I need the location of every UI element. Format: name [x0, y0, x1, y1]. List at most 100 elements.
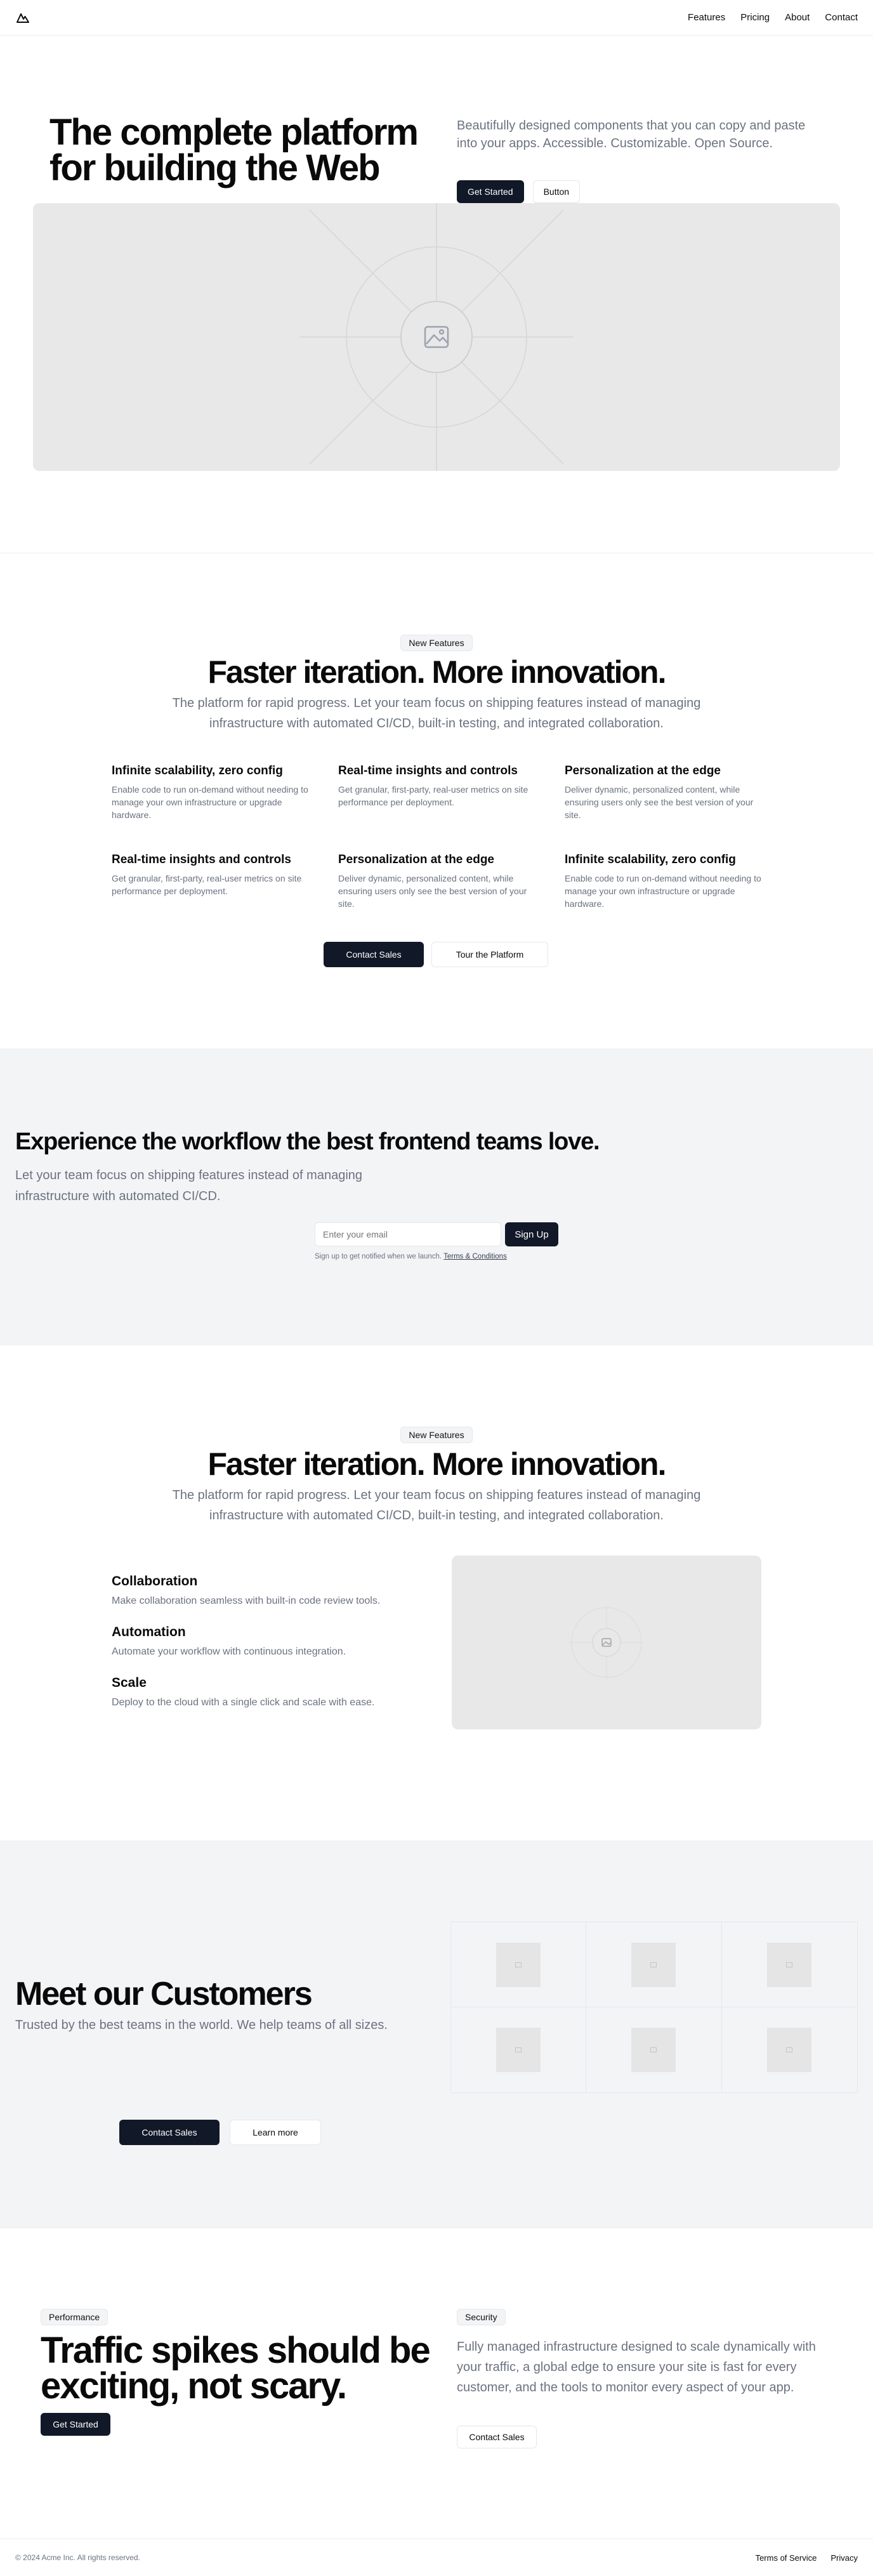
- customer-logo-grid: [450, 1922, 858, 2093]
- performance-section: Performance Traffic spikes should be exc…: [0, 2228, 873, 2539]
- features-description: The platform for rapid progress. Let you…: [172, 1488, 701, 1522]
- features-section: New Features Faster iteration. More inno…: [0, 553, 873, 1048]
- feature-text: Get granular, first-party, real-user met…: [112, 873, 302, 896]
- footer-nav: Terms of Service Privacy: [756, 2553, 858, 2563]
- terms-of-service-link[interactable]: Terms of Service: [756, 2553, 817, 2563]
- mountain-logo-icon[interactable]: [15, 10, 30, 25]
- sign-up-button[interactable]: Sign Up: [505, 1222, 558, 1246]
- main-nav: Features Pricing About Contact: [688, 12, 858, 23]
- new-features-badge: New Features: [400, 635, 473, 651]
- feature-item: Collaboration Make collaboration seamles…: [112, 1574, 442, 1607]
- copyright-text: © 2024 Acme Inc. All rights reserved.: [15, 2553, 140, 2562]
- image-placeholder-icon: [786, 1962, 793, 1967]
- security-description: Fully managed infrastructure designed to…: [457, 2340, 816, 2394]
- feature-card: Real-time insights and controls Get gran…: [338, 764, 535, 809]
- workflow-description: Let your team focus on shipping features…: [15, 1168, 363, 1203]
- logo-cell: [451, 1922, 587, 2007]
- workflow-section: Experience the workflow the best fronten…: [0, 1048, 873, 1345]
- feature-card: Infinite scalability, zero config Enable…: [565, 853, 761, 910]
- image-placeholder-icon: [786, 2047, 793, 2052]
- performance-title: Traffic spikes should be exciting, not s…: [41, 2330, 431, 2407]
- contact-sales-button[interactable]: Contact Sales: [457, 2426, 537, 2448]
- logo-cell: [586, 2007, 722, 2092]
- image-placeholder-icon: [515, 1962, 522, 1967]
- logo-cell: [721, 1922, 857, 2007]
- placeholder-graphic: [299, 203, 574, 471]
- features-title: Faster iteration. More innovation.: [207, 1446, 667, 1482]
- feature-item: Scale Deploy to the cloud with a single …: [112, 1675, 442, 1708]
- logo-cell: [722, 2007, 857, 2092]
- feature-image-placeholder: [452, 1556, 761, 1729]
- nav-link-about[interactable]: About: [785, 12, 810, 23]
- get-started-button[interactable]: Get Started: [41, 2413, 110, 2436]
- feature-title: Personalization at the edge: [338, 853, 494, 866]
- tour-platform-button[interactable]: Tour the Platform: [431, 942, 548, 967]
- email-input[interactable]: [315, 1222, 501, 1246]
- image-placeholder-icon: [650, 2047, 657, 2052]
- customer-logo-placeholder: [496, 2028, 541, 2072]
- image-placeholder-icon: [515, 2047, 522, 2052]
- logo-cell: [586, 1922, 722, 2007]
- contact-sales-button[interactable]: Contact Sales: [324, 942, 424, 967]
- feature-text: Make collaboration seamless with built-i…: [112, 1595, 381, 1606]
- hero-actions: Get Started Button: [457, 180, 581, 203]
- nav-link-features[interactable]: Features: [688, 12, 725, 23]
- nav-link-pricing[interactable]: Pricing: [740, 12, 770, 23]
- customers-section: Meet our Customers Trusted by the best t…: [0, 1840, 873, 2228]
- features-description: The platform for rapid progress. Let you…: [172, 696, 701, 730]
- features-actions: Contact Sales Tour the Platform: [324, 942, 548, 967]
- site-header: Features Pricing About Contact: [0, 0, 873, 36]
- customers-title: Meet our Customers: [15, 1976, 313, 2012]
- feature-title: Real-time insights and controls: [112, 853, 291, 866]
- feature-card: Real-time insights and controls Get gran…: [112, 853, 308, 897]
- privacy-link[interactable]: Privacy: [830, 2553, 858, 2563]
- hero-description: Beautifully designed components that you…: [457, 119, 806, 150]
- customer-logo-placeholder: [496, 1942, 541, 1987]
- nav-link-contact[interactable]: Contact: [825, 12, 858, 23]
- new-features-badge: New Features: [400, 1427, 473, 1443]
- customer-logo-placeholder: [631, 2028, 676, 2072]
- logo-cell: [451, 2007, 587, 2092]
- signup-note-text: Sign up to get notified when we launch.: [315, 1253, 442, 1260]
- hero-section: The complete platform for building the W…: [0, 36, 873, 553]
- workflow-title: Experience the workflow the best fronten…: [15, 1128, 600, 1155]
- customers-description: Trusted by the best teams in the world. …: [15, 2018, 388, 2032]
- learn-more-button[interactable]: Learn more: [230, 2120, 321, 2145]
- hero-image-placeholder: [33, 203, 840, 471]
- features-title: Faster iteration. More innovation.: [207, 654, 667, 690]
- feature-title: Real-time insights and controls: [338, 764, 518, 777]
- features-section-2: New Features Faster iteration. More inno…: [0, 1345, 873, 1840]
- customers-actions: Contact Sales Learn more: [119, 2120, 321, 2145]
- feature-text: Deliver dynamic, personalized content, w…: [565, 784, 754, 820]
- feature-card: Personalization at the edge Deliver dyna…: [338, 853, 535, 910]
- contact-sales-button[interactable]: Contact Sales: [119, 2120, 220, 2145]
- feature-item: Automation Automate your workflow with c…: [112, 1625, 442, 1658]
- feature-title: Infinite scalability, zero config: [565, 853, 736, 866]
- feature-text: Deploy to the cloud with a single click …: [112, 1697, 375, 1708]
- security-badge: Security: [457, 2309, 506, 2325]
- signup-note: Sign up to get notified when we launch. …: [315, 1253, 507, 1260]
- feature-text: Enable code to run on-demand without nee…: [112, 784, 308, 820]
- feature-card: Infinite scalability, zero config Enable…: [112, 764, 308, 821]
- terms-link[interactable]: Terms & Conditions: [443, 1253, 507, 1260]
- feature-text: Deliver dynamic, personalized content, w…: [338, 873, 527, 909]
- customer-logo-placeholder: [767, 2028, 812, 2072]
- image-placeholder-icon: [650, 1962, 657, 1967]
- feature-text: Enable code to run on-demand without nee…: [565, 873, 761, 909]
- hero-title: The complete platform for building the W…: [49, 112, 419, 188]
- feature-title: Infinite scalability, zero config: [112, 764, 283, 777]
- get-started-button[interactable]: Get Started: [457, 180, 524, 203]
- customer-logo-placeholder: [631, 1942, 676, 1987]
- secondary-button[interactable]: Button: [532, 180, 581, 203]
- feature-text: Automate your workflow with continuous i…: [112, 1646, 346, 1657]
- feature-text: Get granular, first-party, real-user met…: [338, 784, 528, 807]
- feature-title: Personalization at the edge: [565, 764, 721, 777]
- placeholder-graphic: [570, 1606, 643, 1679]
- feature-title: Collaboration: [112, 1574, 198, 1589]
- site-footer: © 2024 Acme Inc. All rights reserved. Te…: [0, 2539, 873, 2576]
- feature-card: Personalization at the edge Deliver dyna…: [565, 764, 761, 821]
- feature-title: Automation: [112, 1625, 186, 1639]
- feature-title: Scale: [112, 1675, 147, 1690]
- performance-badge: Performance: [41, 2309, 108, 2325]
- customer-logo-placeholder: [767, 1942, 812, 1987]
